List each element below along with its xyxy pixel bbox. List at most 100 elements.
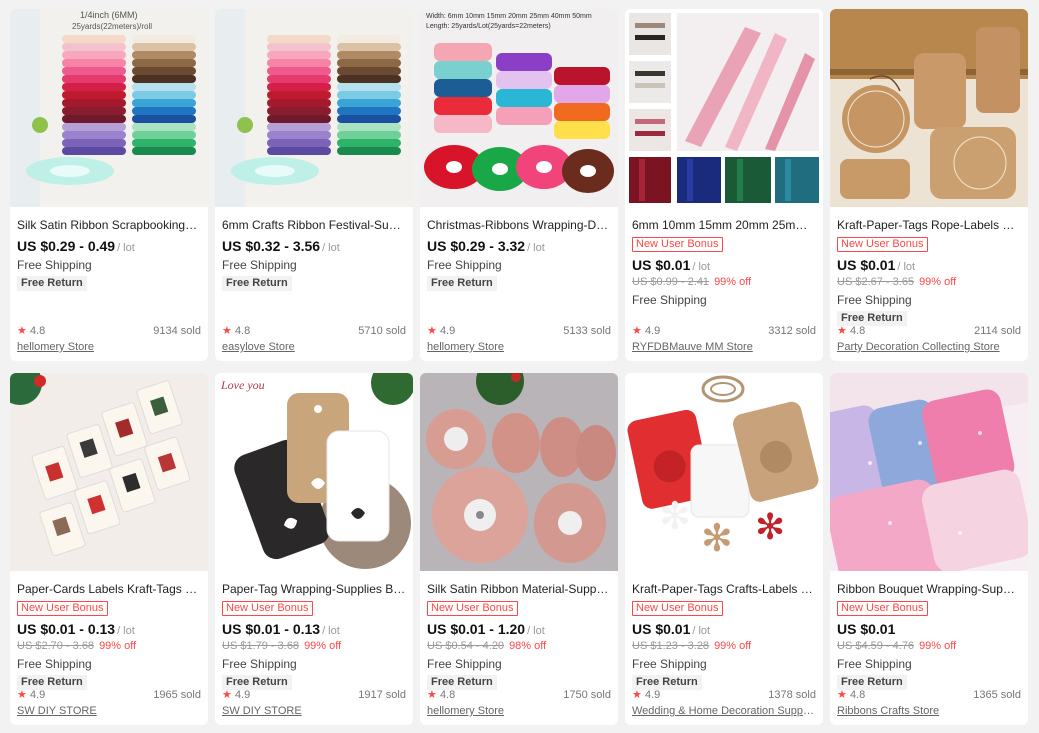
product-image[interactable] [830, 373, 1028, 571]
store-link[interactable]: hellomery Store [427, 340, 611, 355]
price-row: US $0.01/ lot [837, 256, 1021, 274]
discount-label: 98% off [509, 640, 547, 652]
product-image[interactable] [625, 9, 823, 207]
rating-value: 4.8 [439, 689, 456, 701]
product-info: Kraft-Paper-Tags Crafts-Labels Wrapping … [625, 571, 823, 725]
free-return-badge: Free Return [427, 276, 497, 291]
rating-sold-row: ★ 4.9 1965 sold [17, 688, 201, 703]
original-price: US $1.23 - 3.28 [632, 640, 710, 652]
product-card[interactable]: 6mm 10mm 15mm 20mm 25mm Ribbon New User … [625, 9, 823, 361]
product-footer: ★ 4.8 1365 sold Ribbons Crafts Store [837, 688, 1021, 719]
svg-text:✻: ✻ [755, 507, 785, 548]
product-info: Silk Satin Ribbon Scrapbooking-Supplies … [10, 207, 208, 361]
product-title[interactable]: 6mm 10mm 15mm 20mm 25mm Ribbon [632, 217, 816, 233]
product-card[interactable]: Width: 6mm 10mm 15mm 20mm 25mm 40mm 50mm… [420, 9, 618, 361]
rating: ★ 4.8 [17, 324, 45, 339]
product-footer: ★ 4.9 1965 sold SW DIY STORE [17, 688, 201, 719]
product-title[interactable]: Silk Satin Ribbon Scrapbooking-Supplies … [17, 217, 201, 233]
product-info: Ribbon Bouquet Wrapping-Supplies Organza… [830, 571, 1028, 725]
product-card[interactable]: ✻ ✻ ✻ Kraft-Paper-Tags Crafts-Labels Wra… [625, 373, 823, 725]
store-link[interactable]: hellomery Store [17, 340, 201, 355]
product-card[interactable]: Love you Paper-Tag Wrapping-Supplies Bla… [215, 373, 413, 725]
rating-sold-row: ★ 4.8 1750 sold [427, 688, 611, 703]
discount-label: 99% off [919, 276, 957, 288]
sold-count: 1917 sold [358, 689, 406, 701]
product-title[interactable]: 6mm Crafts Ribbon Festival-Supplies Wedd… [222, 217, 406, 233]
product-grid: 1/4inch (6MM) 25yards(22meters)/roll Sil… [0, 0, 1039, 725]
rating-sold-row: ★ 4.9 3312 sold [632, 324, 816, 339]
svg-text:1/4inch (6MM): 1/4inch (6MM) [80, 10, 138, 20]
price-row: US $0.01/ lot [632, 256, 816, 274]
price-unit: / lot [527, 242, 545, 254]
product-image[interactable]: ✻ ✻ ✻ [625, 373, 823, 571]
star-icon: ★ [837, 689, 847, 701]
price-row: US $0.01 - 0.13/ lot [222, 620, 406, 638]
price-row: US $0.01/ lot [632, 620, 816, 638]
kraft-paper-tags-image [830, 9, 1028, 207]
product-image[interactable] [10, 373, 208, 571]
product-footer: ★ 4.9 1378 sold Wedding & Home Decoratio… [632, 688, 816, 719]
product-image[interactable]: 1/4inch (6MM) 25yards(22meters)/roll [10, 9, 208, 207]
rating: ★ 4.9 [17, 688, 45, 703]
store-link[interactable]: easylove Store [222, 340, 406, 355]
shipping-label: Free Shipping [837, 293, 912, 307]
discount-label: 99% off [304, 640, 342, 652]
product-footer: ★ 4.8 2114 sold Party Decoration Collect… [837, 324, 1021, 355]
product-title[interactable]: Ribbon Bouquet Wrapping-Supplies Organza [837, 581, 1021, 597]
sold-count: 2114 sold [974, 325, 1021, 337]
store-link[interactable]: RYFDBMauve MM Store [632, 340, 816, 355]
product-card[interactable]: Kraft-Paper-Tags Rope-Labels Wrapping Ne… [830, 9, 1028, 361]
new-user-bonus-badge: New User Bonus [222, 601, 313, 616]
product-price: US $0.01 [837, 621, 896, 637]
shipping-label: Free Shipping [632, 293, 707, 307]
shipping-label: Free Shipping [632, 657, 707, 671]
store-link[interactable]: SW DIY STORE [17, 704, 201, 719]
new-user-bonus-badge: New User Bonus [632, 601, 723, 616]
product-price: US $0.01 - 0.13 [222, 621, 321, 637]
product-info: Paper-Tag Wrapping-Supplies Blank Heart … [215, 571, 413, 725]
product-title[interactable]: Christmas-Ribbons Wrapping-Decoration Sa… [427, 217, 611, 233]
discount-label: 99% off [99, 640, 137, 652]
store-link[interactable]: Party Decoration Collecting Store [837, 340, 1021, 355]
product-title[interactable]: Paper-Cards Labels Kraft-Tags Wrapping [17, 581, 201, 597]
store-link[interactable]: SW DIY STORE [222, 704, 406, 719]
product-image[interactable] [215, 9, 413, 207]
product-title[interactable]: Paper-Tag Wrapping-Supplies Blank Heart [222, 581, 406, 597]
discount-label: 99% off [714, 640, 752, 652]
shipping-label: Free Shipping [222, 657, 297, 671]
rating-sold-row: ★ 4.8 9134 sold [17, 324, 201, 339]
new-user-bonus-badge: New User Bonus [632, 237, 723, 252]
free-return-badge: Free Return [17, 276, 87, 291]
store-link[interactable]: Ribbons Crafts Store [837, 704, 1021, 719]
product-image[interactable]: Love you [215, 373, 413, 571]
shipping-label: Free Shipping [17, 258, 92, 272]
product-image[interactable] [420, 373, 618, 571]
product-card[interactable]: Ribbon Bouquet Wrapping-Supplies Organza… [830, 373, 1028, 725]
star-icon: ★ [632, 325, 642, 337]
product-card[interactable]: 1/4inch (6MM) 25yards(22meters)/roll Sil… [10, 9, 208, 361]
price-row: US $0.01 [837, 620, 1021, 638]
sold-count: 1750 sold [563, 689, 611, 701]
product-price: US $0.29 - 3.32 [427, 238, 526, 254]
rating: ★ 4.8 [222, 324, 250, 339]
product-title[interactable]: Kraft-Paper-Tags Rope-Labels Wrapping [837, 217, 1021, 233]
sold-count: 3312 sold [768, 325, 816, 337]
product-card[interactable]: Silk Satin Ribbon Material-Supplies Wedd… [420, 373, 618, 725]
product-card[interactable]: 6mm Crafts Ribbon Festival-Supplies Wedd… [215, 9, 413, 361]
svg-text:✻: ✻ [659, 494, 691, 538]
product-image[interactable] [830, 9, 1028, 207]
new-user-bonus-badge: New User Bonus [837, 237, 928, 252]
store-link[interactable]: Wedding & Home Decoration Supplies Store [632, 704, 816, 719]
rating: ★ 4.8 [427, 688, 455, 703]
store-link[interactable]: hellomery Store [427, 704, 611, 719]
rating-value: 4.9 [234, 689, 251, 701]
product-title[interactable]: Kraft-Paper-Tags Crafts-Labels Wrapping [632, 581, 816, 597]
shipping-label: Free Shipping [222, 258, 297, 272]
product-title[interactable]: Silk Satin Ribbon Material-Supplies Wedd… [427, 581, 611, 597]
rating: ★ 4.9 [632, 324, 660, 339]
original-price-row: US $4.59 - 4.76 99% off [837, 638, 1021, 654]
sold-count: 5710 sold [358, 325, 406, 337]
rating: ★ 4.9 [427, 324, 455, 339]
product-image[interactable]: Width: 6mm 10mm 15mm 20mm 25mm 40mm 50mm… [420, 9, 618, 207]
product-card[interactable]: Paper-Cards Labels Kraft-Tags Wrapping N… [10, 373, 208, 725]
